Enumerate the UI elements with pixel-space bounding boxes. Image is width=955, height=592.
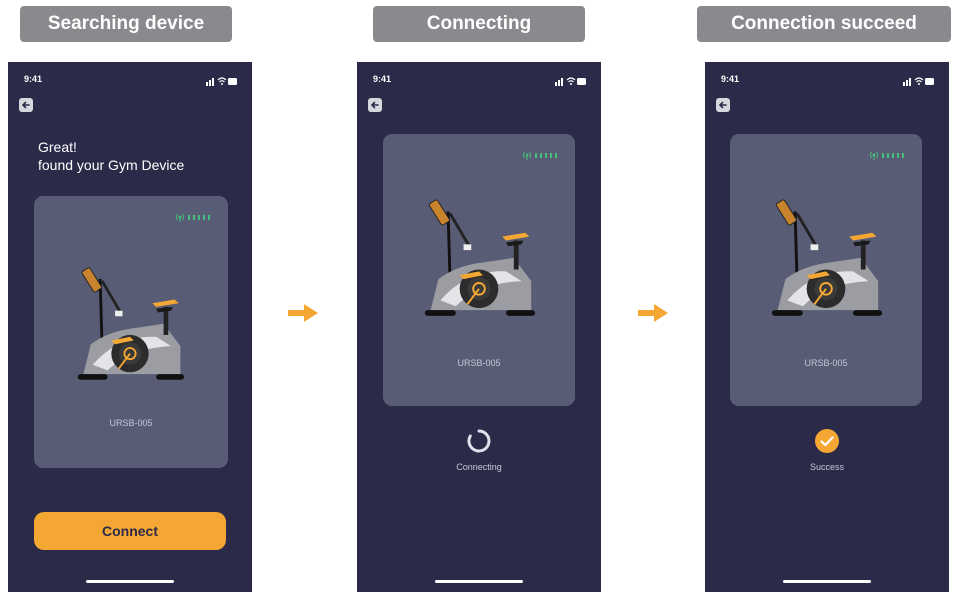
back-button[interactable]	[368, 98, 382, 112]
status-bar: 9:41	[373, 74, 587, 88]
back-arrow-icon	[370, 101, 379, 109]
device-name: URSB-005	[457, 358, 501, 368]
connection-status-text: Success	[809, 462, 844, 472]
device-signal-icon	[523, 150, 559, 160]
status-time: 9:41	[24, 74, 43, 84]
device-card[interactable]: URSB-005	[383, 134, 575, 406]
back-button[interactable]	[716, 98, 730, 112]
greeting-line-2: found your Gym Device	[38, 157, 185, 173]
phone-screen-connecting: 9:41 URSB-005 Connecting	[357, 62, 601, 592]
device-card[interactable]: URSB-005	[34, 196, 228, 468]
device-signal-icon	[176, 212, 212, 222]
status-icons	[206, 76, 238, 86]
status-icons	[555, 76, 587, 86]
phone-screen-succeed: 9:41 URSB-005 Success	[705, 62, 949, 592]
stage-label-succeed: Connection succeed	[697, 6, 951, 42]
check-circle-icon	[815, 429, 839, 453]
device-signal-icon	[870, 150, 906, 160]
stage-label-connecting: Connecting	[373, 6, 585, 42]
greeting-line-1: Great!	[38, 139, 77, 155]
home-indicator	[783, 580, 871, 583]
home-indicator	[86, 580, 174, 583]
connection-status-text: Connecting	[456, 462, 502, 472]
greeting-text: Great! found your Gym Device	[38, 138, 184, 174]
exercise-bike-image	[768, 186, 884, 322]
back-arrow-icon	[21, 101, 30, 109]
device-name: URSB-005	[109, 418, 153, 428]
device-card[interactable]: URSB-005	[730, 134, 922, 406]
status-time: 9:41	[721, 74, 740, 84]
device-name: URSB-005	[804, 358, 848, 368]
back-button[interactable]	[19, 98, 33, 112]
right-arrow-icon	[288, 304, 318, 322]
exercise-bike-image	[421, 186, 537, 322]
connect-button[interactable]: Connect	[34, 512, 226, 550]
status-bar: 9:41	[721, 74, 935, 88]
right-arrow-icon	[638, 304, 668, 322]
back-arrow-icon	[718, 101, 727, 109]
home-indicator	[435, 580, 523, 583]
status-time: 9:41	[373, 74, 392, 84]
status-icons	[903, 76, 935, 86]
stage-label-searching: Searching device	[20, 6, 232, 42]
exercise-bike-image	[74, 254, 186, 386]
status-bar: 9:41	[24, 74, 238, 88]
phone-screen-searching: 9:41 Great! found your Gym Device URSB-0…	[8, 62, 252, 592]
loading-spinner-icon	[467, 429, 491, 453]
